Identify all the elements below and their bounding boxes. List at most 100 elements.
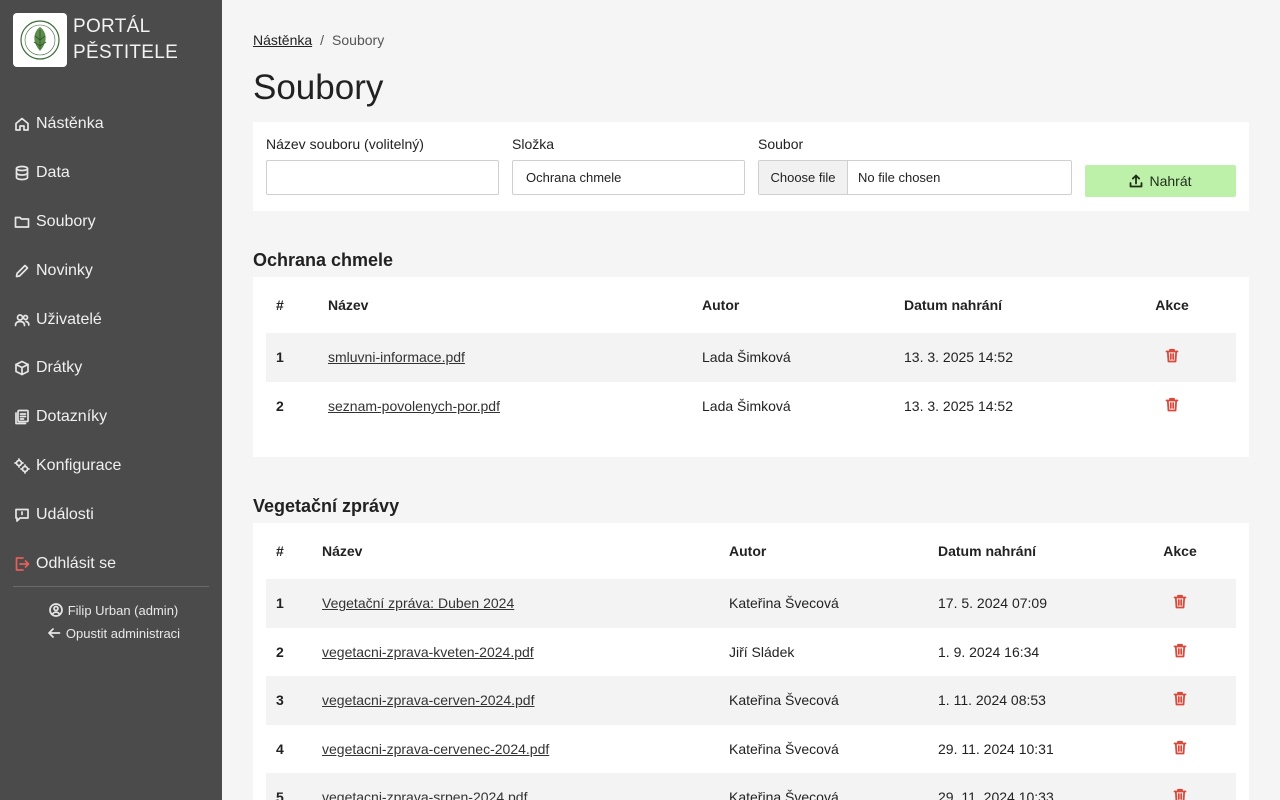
table-header: # Název Autor Datum nahrání Akce [266, 523, 1236, 579]
row-author: Lada Šimková [702, 349, 791, 366]
row-author: Kateřina Švecová [729, 789, 839, 800]
row-date: 29. 11. 2024 10:33 [938, 789, 1054, 800]
package-icon [14, 360, 30, 376]
page-title: Soubory [253, 68, 384, 107]
sidebar-item-uzivatele[interactable]: Uživatelé [0, 295, 222, 344]
sidebar-item-data[interactable]: Data [0, 149, 222, 198]
row-num: 2 [276, 643, 284, 660]
pencil-icon [14, 263, 30, 279]
folder-select[interactable]: Ochrana chmele [512, 160, 745, 195]
delete-icon[interactable] [1165, 348, 1179, 366]
sidebar-item-odhlasit[interactable]: Odhlásit se [0, 539, 222, 588]
sidebar-item-label: Dotazníky [36, 408, 108, 426]
logout-icon [14, 556, 30, 572]
section-title: Ochrana chmele [253, 250, 394, 270]
header-date: Datum nahrání [904, 297, 1003, 313]
row-num: 3 [276, 692, 284, 709]
sidebar-item-konfigurace[interactable]: Konfigurace [0, 442, 222, 491]
row-author: Lada Šimková [702, 397, 791, 414]
file-link[interactable]: Vegetační zpráva: Duben 2024 [322, 595, 514, 611]
table-row: 5 vegetacni-zprava-srpen-2024.pdf Kateři… [266, 773, 1236, 800]
sidebar-nav: Nástěnka Data Soubory Novinky Uživatelé … [0, 100, 222, 588]
brand-line-2: PĚSTITELE [73, 42, 179, 63]
breadcrumb-current: Soubory [332, 32, 385, 48]
row-num: 5 [276, 789, 284, 800]
brand-line-1: PORTÁL [73, 16, 151, 37]
row-num: 1 [276, 349, 284, 366]
brand-title: PORTÁL PĚSTITELE [73, 14, 178, 66]
files-table: # Název Autor Datum nahrání Akce 1 Veget… [253, 523, 1249, 800]
exit-admin-label: Opustit administraci [65, 625, 181, 641]
delete-icon[interactable] [1173, 788, 1187, 800]
row-author: Kateřina Švecová [729, 692, 839, 709]
user-box: Filip Urban (admin) Opustit administraci [0, 600, 222, 643]
row-actions [1130, 788, 1230, 800]
folder-label: Složka [512, 136, 555, 152]
breadcrumb-home-link[interactable]: Nástěnka [253, 32, 312, 48]
home-icon [14, 116, 30, 132]
section-title: Vegetační zprávy [253, 496, 400, 516]
file-link[interactable]: vegetacni-zprava-cerven-2024.pdf [322, 692, 534, 708]
sidebar-item-udalosti[interactable]: Události [0, 490, 222, 539]
filename-label: Název souboru (volitelný) [266, 136, 424, 152]
current-user-name: Filip Urban (admin) [67, 602, 179, 618]
table-row: 3 vegetacni-zprava-cerven-2024.pdf Kateř… [266, 676, 1236, 725]
sidebar-item-soubory[interactable]: Soubory [0, 198, 222, 247]
users-icon [14, 312, 30, 328]
row-name-cell: vegetacni-zprava-cerven-2024.pdf [322, 692, 729, 708]
choose-file-button[interactable]: Choose file [759, 161, 848, 194]
file-link[interactable]: smluvni-informace.pdf [328, 349, 465, 365]
row-author: Kateřina Švecová [729, 595, 839, 612]
brand[interactable]: PORTÁL PĚSTITELE [13, 13, 178, 67]
exit-admin-link[interactable]: Opustit administraci [5, 623, 222, 643]
sidebar-item-dotazniky[interactable]: Dotazníky [0, 393, 222, 442]
sidebar: PORTÁL PĚSTITELE Nástěnka Data Soubory N… [0, 0, 222, 800]
row-actions [1118, 348, 1226, 366]
header-num: # [276, 297, 284, 313]
header-actions: Akce [1163, 543, 1197, 559]
sidebar-item-novinky[interactable]: Novinky [0, 246, 222, 295]
sidebar-item-dratky[interactable]: Drátky [0, 344, 222, 393]
header-num: # [276, 543, 284, 559]
file-link[interactable]: vegetacni-zprava-kveten-2024.pdf [322, 644, 534, 660]
delete-icon[interactable] [1173, 594, 1187, 612]
delete-icon[interactable] [1173, 691, 1187, 709]
sidebar-item-label: Odhlásit se [36, 554, 117, 572]
header-date: Datum nahrání [938, 543, 1037, 559]
delete-icon[interactable] [1173, 643, 1187, 661]
current-user[interactable]: Filip Urban (admin) [5, 600, 222, 620]
sidebar-item-nastenka[interactable]: Nástěnka [0, 100, 222, 149]
row-name-cell: vegetacni-zprava-kveten-2024.pdf [322, 644, 729, 660]
row-actions [1118, 397, 1226, 415]
breadcrumb-separator: / [320, 32, 325, 48]
filename-input[interactable] [266, 160, 499, 195]
database-icon [14, 165, 30, 181]
delete-icon[interactable] [1165, 397, 1179, 415]
file-status: No file chosen [858, 170, 941, 185]
file-input[interactable]: Choose file No file chosen [758, 160, 1072, 195]
row-date: 17. 5. 2024 07:09 [938, 595, 1047, 612]
header-name: Název [322, 543, 363, 559]
sidebar-divider [13, 586, 209, 587]
header-name: Název [328, 297, 369, 313]
file-link[interactable]: vegetacni-zprava-srpen-2024.pdf [322, 789, 527, 800]
questionnaire-icon [14, 409, 30, 425]
row-author: Jiří Sládek [729, 643, 795, 660]
filename-field: Název souboru (volitelný) [266, 136, 499, 195]
hop-logo [13, 13, 67, 67]
folder-icon [14, 214, 30, 230]
row-actions [1130, 740, 1230, 758]
folder-select-value: Ochrana chmele [526, 170, 622, 185]
file-link[interactable]: seznam-povolenych-por.pdf [328, 398, 500, 414]
sidebar-item-label: Události [36, 505, 94, 523]
upload-button[interactable]: Nahrát [1085, 165, 1236, 197]
table-header: # Název Autor Datum nahrání Akce [266, 277, 1236, 333]
row-name-cell: seznam-povolenych-por.pdf [328, 398, 702, 414]
file-link[interactable]: vegetacni-zprava-cervenec-2024.pdf [322, 741, 549, 757]
delete-icon[interactable] [1173, 740, 1187, 758]
config-icon [14, 458, 30, 474]
row-date: 13. 3. 2025 14:52 [904, 397, 1013, 414]
row-name-cell: Vegetační zpráva: Duben 2024 [322, 595, 729, 611]
sidebar-item-label: Uživatelé [36, 310, 102, 328]
folder-field: Složka Ochrana chmele [512, 136, 745, 195]
